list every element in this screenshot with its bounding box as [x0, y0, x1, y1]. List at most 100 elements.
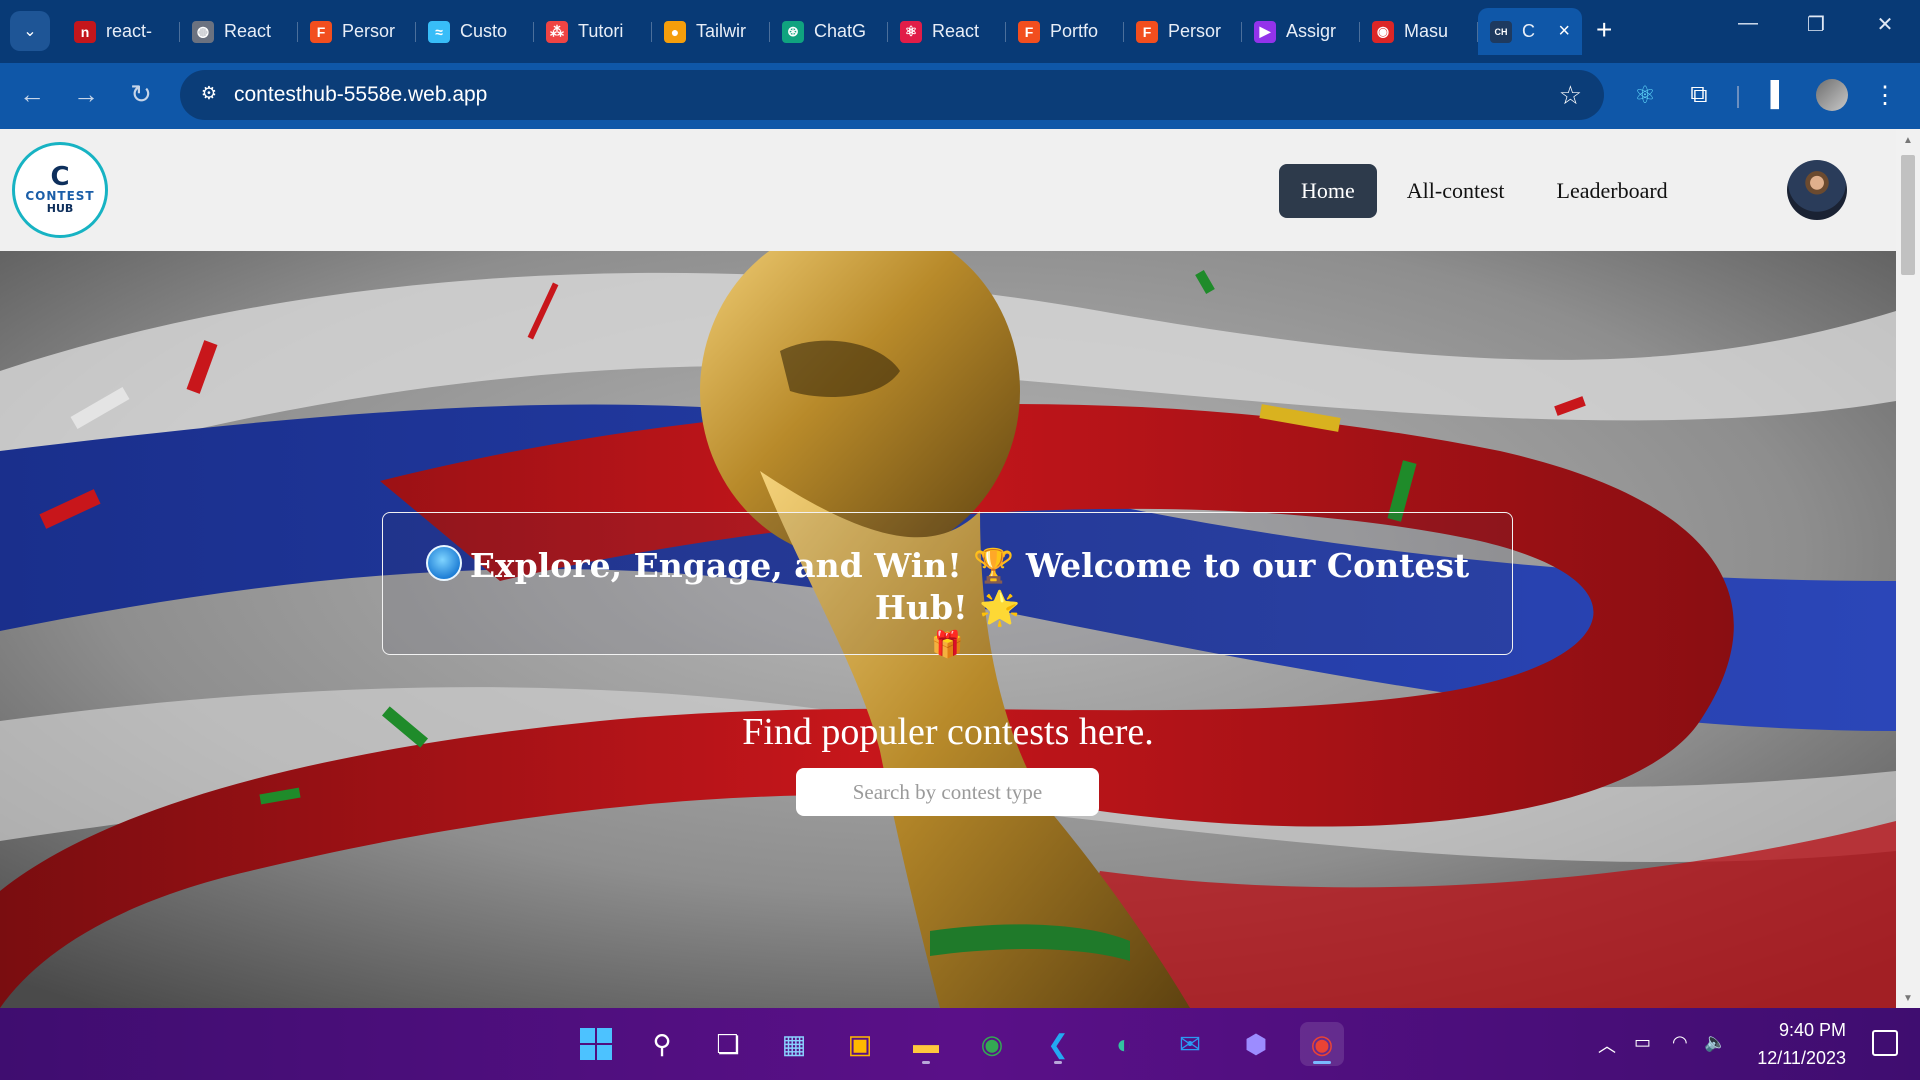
start-windows-icon[interactable]	[574, 1022, 618, 1066]
tab-label: Custo	[460, 21, 508, 41]
battery-icon[interactable]: ▭	[1634, 1032, 1651, 1053]
nav-home[interactable]: Home	[1279, 164, 1377, 218]
reload-button[interactable]: ↻	[123, 79, 159, 110]
browser-tab[interactable]: CH C ×	[1478, 8, 1582, 55]
tab-search-button[interactable]: ⌄	[10, 11, 50, 51]
browser-profile-avatar[interactable]	[1816, 79, 1848, 111]
copilot-icon[interactable]: ⬢	[1234, 1022, 1278, 1066]
tab-label: Tutori	[578, 21, 624, 41]
browser-menu-icon[interactable]: ⋮	[1868, 81, 1902, 110]
windows-taskbar: ⚲ ❏ ▦ ▣ ▬ ◉ ❮ ◐ ✉ ⬢ ◉ ︿ ▭ ◠ 🔈 9:40 PM 12…	[0, 1008, 1920, 1080]
page-scrollbar[interactable]: ▲ ▼	[1896, 129, 1920, 1008]
hero-tagline: Find populer contests here.	[742, 711, 1154, 753]
contest-hub-logo[interactable]: C CONTEST HUB	[12, 142, 108, 238]
tab-favicon-icon: n	[74, 20, 96, 43]
url-text[interactable]: contesthub-5558e.web.app	[234, 83, 487, 107]
tab-favicon-icon: ◍	[192, 20, 214, 43]
tab-label: React	[224, 21, 272, 41]
task-view-icon[interactable]: ❏	[706, 1022, 750, 1066]
chrome-active-icon[interactable]: ◉	[1300, 1022, 1344, 1066]
browser-tab[interactable]: ▶ Assigr	[1242, 8, 1360, 55]
tab-list: n react- ◍ React F Persor ≈ Custo ⁂ Tutori ● Tailwi…	[62, 8, 1582, 55]
browser-tab[interactable]: n react-	[62, 8, 180, 55]
star-icon: 🌟	[979, 588, 1021, 628]
close-window-button[interactable]: ✕	[1865, 12, 1905, 37]
extensions-icon[interactable]: ⧉	[1682, 81, 1716, 109]
scroll-up-arrow-icon[interactable]: ▲	[1901, 135, 1915, 146]
banner-text-explore: Explore, Engage, and Win!	[469, 546, 962, 585]
minimize-button[interactable]: —	[1728, 12, 1768, 35]
react-devtools-extension-icon[interactable]: ⚛	[1628, 81, 1662, 110]
user-avatar[interactable]	[1787, 160, 1847, 220]
tab-label: react-	[106, 21, 153, 41]
new-tab-button[interactable]: +	[1596, 14, 1612, 46]
tab-favicon-icon: ●	[664, 20, 686, 43]
address-bar[interactable]: ⚙ contesthub-5558e.web.app ☆	[180, 70, 1604, 120]
browser-tab[interactable]: F Persor	[1124, 8, 1242, 55]
back-button[interactable]: ←	[14, 79, 50, 110]
browser-tab[interactable]: ≈ Custo	[416, 8, 534, 55]
tab-favicon-icon: CH	[1490, 20, 1512, 43]
file-explorer-icon[interactable]: ▬	[904, 1022, 948, 1066]
welcome-banner-text: Explore, Engage, and Win! 🏆 Welcome to o…	[383, 545, 1512, 629]
show-hidden-icons-chevron-icon[interactable]: ︿	[1598, 1032, 1616, 1058]
nav-leaderboard[interactable]: Leaderboard	[1535, 164, 1690, 218]
restore-button[interactable]: ❐	[1796, 12, 1836, 37]
site-navbar: C CONTEST HUB Home All-contest Leaderboa…	[0, 129, 1896, 251]
system-clock[interactable]: 9:40 PM 12/11/2023	[1757, 1016, 1846, 1072]
edge-icon[interactable]: ◐	[1102, 1022, 1146, 1066]
main-menu: Home All-contest Leaderboard	[1279, 164, 1690, 218]
scroll-down-arrow-icon[interactable]: ▼	[1901, 993, 1915, 1004]
site-settings-icon[interactable]: ⚙	[196, 83, 222, 107]
trophy-icon: 🏆	[973, 546, 1015, 585]
tab-favicon-icon: ⁂	[546, 20, 568, 43]
browser-tab[interactable]: ● Tailwir	[652, 8, 770, 55]
chevron-down-icon: ⌄	[23, 23, 37, 40]
forward-button[interactable]: →	[68, 79, 104, 110]
clock-time: 9:40 PM	[1778, 1020, 1846, 1040]
globe-icon	[425, 545, 462, 581]
tab-favicon-icon: F	[310, 20, 332, 43]
tab-close-icon[interactable]: ×	[1558, 20, 1570, 43]
tab-label: Tailwir	[696, 21, 747, 41]
plus-icon: +	[1596, 14, 1613, 45]
browser-tab[interactable]: ◍ React	[180, 8, 298, 55]
search-icon[interactable]: ⚲	[640, 1022, 684, 1066]
tab-favicon-icon: ▶	[1254, 20, 1276, 43]
vscode-icon[interactable]: ❮	[1036, 1022, 1080, 1066]
browser-toolbar: ← → ↻ ⚙ contesthub-5558e.web.app ☆ ⚛ ⧉ ▌…	[0, 63, 1920, 129]
tab-label: Masu	[1404, 21, 1449, 41]
contest-search-input[interactable]	[796, 768, 1099, 816]
mail-icon[interactable]: ✉	[1168, 1022, 1212, 1066]
browser-tab[interactable]: F Persor	[298, 8, 416, 55]
gift-icon: 🎁	[931, 629, 964, 659]
nav-all-contest[interactable]: All-contest	[1385, 164, 1527, 218]
microsoft-store-icon[interactable]: ▣	[838, 1022, 882, 1066]
clock-date: 12/11/2023	[1757, 1048, 1846, 1068]
browser-tab[interactable]: F Portfo	[1006, 8, 1124, 55]
hero-section: Explore, Engage, and Win! 🏆 Welcome to o…	[0, 251, 1896, 1008]
volume-icon[interactable]: 🔈	[1704, 1032, 1726, 1053]
widgets-icon[interactable]: ▦	[772, 1022, 816, 1066]
notifications-icon[interactable]	[1872, 1030, 1898, 1056]
browser-tab-strip: ⌄ n react- ◍ React F Persor ≈ Custo ⁂ Tutori ● Tail…	[0, 0, 1920, 63]
tab-label: ChatG	[814, 21, 867, 41]
web-page: C CONTEST HUB Home All-contest Leaderboa…	[0, 129, 1896, 1008]
side-panel-icon[interactable]: ▌	[1762, 81, 1796, 109]
tab-label: C	[1522, 21, 1535, 41]
browser-tab[interactable]: ⊛ ChatG	[770, 8, 888, 55]
bookmark-star-icon[interactable]: ☆	[1559, 80, 1582, 111]
chrome-icon[interactable]: ◉	[970, 1022, 1014, 1066]
tab-favicon-icon: F	[1136, 20, 1158, 43]
logo-mark: C	[50, 162, 70, 192]
wifi-icon[interactable]: ◠	[1672, 1032, 1688, 1053]
tab-favicon-icon: F	[1018, 20, 1040, 43]
tab-label: React	[932, 21, 980, 41]
browser-tab[interactable]: ⁂ Tutori	[534, 8, 652, 55]
logo-text-contest: CONTEST	[25, 189, 95, 203]
browser-tab[interactable]: ◉ Masu	[1360, 8, 1478, 55]
scrollbar-thumb[interactable]	[1901, 155, 1915, 275]
tab-favicon-icon: ⚛	[900, 20, 922, 43]
browser-tab[interactable]: ⚛ React	[888, 8, 1006, 55]
tab-label: Assigr	[1286, 21, 1337, 41]
